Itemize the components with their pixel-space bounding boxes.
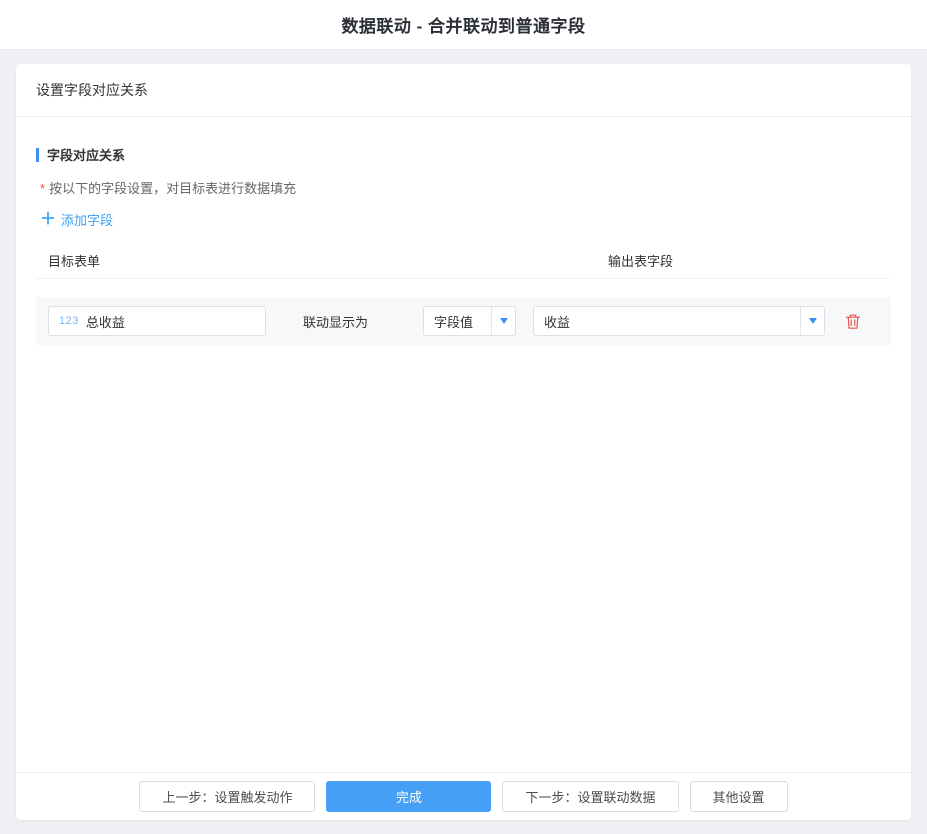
panel-body: 字段对应关系 * 按以下的字段设置，对目标表进行数据填充 ＋ 添加字段 目标表单 …: [16, 117, 911, 772]
output-field-select[interactable]: 收益: [533, 306, 825, 336]
panel-footer: 上一步：设置触发动作 完成 下一步：设置联动数据 其他设置: [16, 772, 911, 820]
target-field-value: 总收益: [86, 312, 125, 331]
field-mapping-row: 123 总收益 联动显示为 字段值 收益: [36, 297, 891, 345]
main-panel: 设置字段对应关系 字段对应关系 * 按以下的字段设置，对目标表进行数据填充 ＋ 添…: [16, 64, 911, 820]
plus-icon: ＋: [40, 212, 56, 228]
panel-title: 设置字段对应关系: [36, 82, 148, 98]
add-field-button[interactable]: ＋ 添加字段: [36, 210, 113, 229]
panel-header: 设置字段对应关系: [16, 64, 911, 117]
section-description: * 按以下的字段设置，对目标表进行数据填充: [36, 178, 891, 197]
number-field-type-icon: 123: [59, 315, 79, 327]
output-field-value: 收益: [534, 312, 800, 331]
section-description-text: 按以下的字段设置，对目标表进行数据填充: [49, 181, 296, 196]
chevron-down-icon: [800, 307, 824, 335]
trash-icon: [845, 313, 861, 330]
finish-button[interactable]: 完成: [326, 781, 491, 812]
required-asterisk: *: [40, 181, 45, 196]
section-title: 字段对应关系: [36, 145, 891, 164]
prev-step-button[interactable]: 上一步：设置触发动作: [139, 781, 315, 812]
target-field-input[interactable]: 123 总收益: [48, 306, 266, 336]
table-header-row: 目标表单 输出表字段: [36, 251, 891, 279]
display-mode-value: 字段值: [424, 312, 491, 331]
add-field-label: 添加字段: [61, 210, 113, 229]
delete-row-button[interactable]: [843, 311, 863, 331]
dialog-header: 数据联动 - 合并联动到普通字段: [0, 0, 927, 50]
next-step-button[interactable]: 下一步：设置联动数据: [502, 781, 678, 812]
column-header-target-form: 目标表单: [48, 251, 100, 270]
other-settings-button[interactable]: 其他设置: [690, 781, 788, 812]
accent-bar: [36, 148, 39, 162]
display-as-label: 联动显示为: [303, 312, 368, 331]
chevron-down-icon: [491, 307, 515, 335]
section-title-text: 字段对应关系: [47, 145, 125, 164]
display-mode-select[interactable]: 字段值: [423, 306, 516, 336]
page-title: 数据联动 - 合并联动到普通字段: [341, 12, 585, 37]
column-header-output-field: 输出表字段: [608, 251, 673, 270]
